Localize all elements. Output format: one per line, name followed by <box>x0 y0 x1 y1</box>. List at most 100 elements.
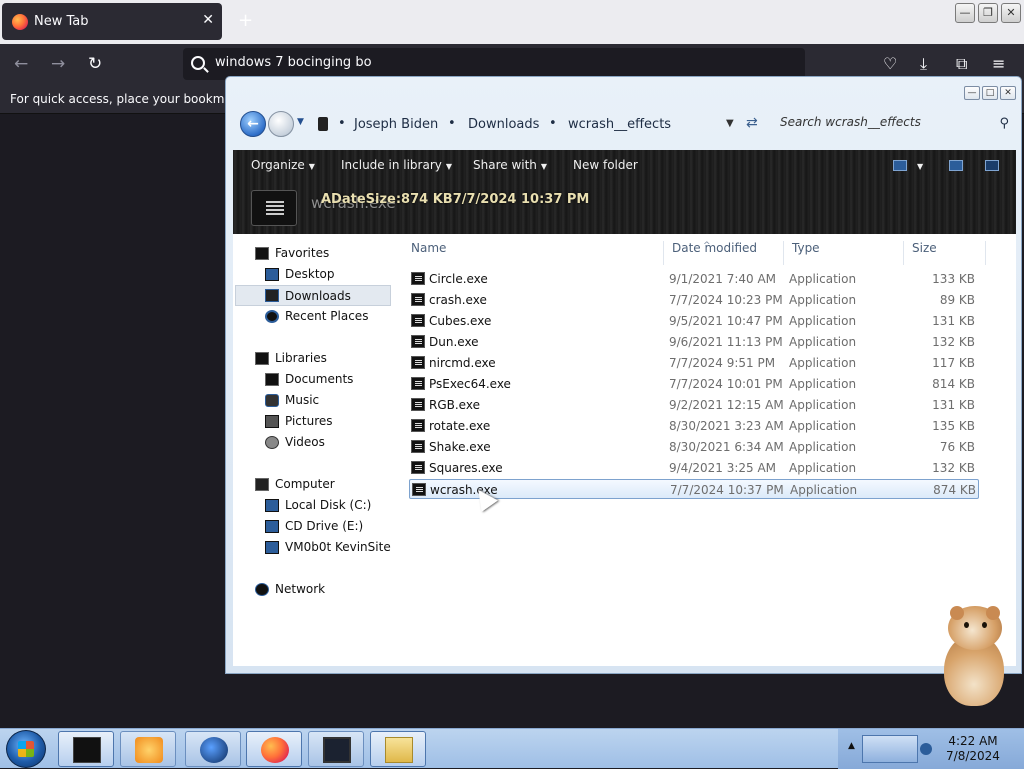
column-divider[interactable] <box>903 241 904 265</box>
taskbar: ▲ 4:22 AM 7/8/2024 <box>0 728 1024 769</box>
browser-close-button[interactable]: ✕ <box>1001 3 1021 23</box>
explorer-window: — □ ✕ ← ▼ • Joseph Biden • Downloads • w… <box>225 76 1022 674</box>
new-tab-button[interactable]: + <box>238 10 253 31</box>
network-icon <box>255 583 269 596</box>
file-date: 9/5/2021 10:47 PM <box>669 314 783 328</box>
taskbar-app-cmd[interactable] <box>58 731 114 767</box>
column-divider[interactable] <box>663 241 664 265</box>
table-row[interactable]: Dun.exe 9/6/2021 11:13 PM Application 132 K… <box>409 332 979 352</box>
organize-button[interactable]: Organize ▼ <box>251 158 315 172</box>
column-date-modified[interactable]: Date modified <box>672 241 757 255</box>
breadcrumb[interactable]: • Joseph Biden • Downloads • wcrash__eff… <box>312 110 772 138</box>
system-tray: ▲ 4:22 AM 7/8/2024 <box>838 729 1024 769</box>
new-folder-button[interactable]: New folder <box>573 158 638 172</box>
column-name[interactable]: Name <box>411 241 446 255</box>
hard-drive-icon <box>265 499 279 512</box>
extensions-icon[interactable]: ⧉ <box>956 54 967 74</box>
explorer-minimize-button[interactable]: — <box>964 86 980 100</box>
file-name: PsExec64.exe <box>429 377 511 391</box>
taskbar-app-explorer[interactable] <box>370 731 426 767</box>
table-row[interactable]: crash.exe 7/7/2024 10:23 PM Application 89 … <box>409 290 979 310</box>
navigation-pane: Favorites Desktop Downloads Recent Place… <box>233 234 405 666</box>
search-box[interactable]: ⚲ <box>780 110 1015 138</box>
crumb-joseph-biden[interactable]: Joseph Biden <box>354 117 438 132</box>
help-icon[interactable] <box>985 160 999 171</box>
path-dropdown-icon[interactable]: ▼ <box>726 118 734 129</box>
file-date: 9/2/2021 12:15 AM <box>669 398 784 412</box>
media-player-icon <box>135 737 163 763</box>
hamster-eye <box>964 622 969 628</box>
file-name: Squares.exe <box>429 461 503 475</box>
taskbar-app-firefox[interactable] <box>246 731 302 767</box>
column-divider[interactable] <box>783 241 784 265</box>
nav-downloads[interactable]: Downloads <box>235 285 391 306</box>
star-icon <box>255 247 269 260</box>
taskbar-app-browser-globe[interactable] <box>185 731 241 767</box>
tab-new-tab[interactable]: New Tab ✕ <box>2 3 222 40</box>
taskbar-app-monitor[interactable] <box>308 731 364 767</box>
table-row[interactable]: rotate.exe 8/30/2021 3:23 AM Application 13… <box>409 416 979 436</box>
table-row[interactable]: Circle.exe 9/1/2021 7:40 AM Application 133… <box>409 269 979 289</box>
explorer-close-button[interactable]: ✕ <box>1000 86 1016 100</box>
menu-icon[interactable]: ≡ <box>992 54 1005 73</box>
column-size[interactable]: Size <box>912 241 937 255</box>
preview-pane-icon[interactable] <box>949 160 963 171</box>
tab-title: New Tab <box>34 14 89 29</box>
history-dropdown-icon[interactable]: ▼ <box>297 117 304 127</box>
start-button[interactable] <box>6 730 46 768</box>
crumb-separator: • <box>549 116 557 131</box>
table-row[interactable]: PsExec64.exe 7/7/2024 10:01 PM Application… <box>409 374 979 394</box>
change-view-icon[interactable] <box>893 160 907 171</box>
crumb-separator: • <box>338 116 346 131</box>
crumb-downloads[interactable]: Downloads <box>468 117 539 132</box>
address-row: ← ▼ • Joseph Biden • Downloads • wcrash_… <box>234 107 1016 141</box>
documents-icon <box>265 373 279 386</box>
close-tab-icon[interactable]: ✕ <box>202 12 214 28</box>
file-name: Shake.exe <box>429 440 491 454</box>
search-icon[interactable]: ⚲ <box>999 116 1009 131</box>
table-row[interactable]: nircmd.exe 7/7/2024 9:51 PM Application 117… <box>409 353 979 373</box>
share-with-button[interactable]: Share with ▼ <box>473 158 547 172</box>
file-name: rotate.exe <box>429 419 491 433</box>
file-type: Application <box>789 440 857 454</box>
music-icon <box>265 394 279 407</box>
clock[interactable]: 4:22 AM 7/8/2024 <box>934 734 1012 764</box>
explorer-back-button[interactable]: ← <box>240 111 266 137</box>
network-status-icon[interactable] <box>920 743 932 755</box>
include-in-library-button[interactable]: Include in library ▼ <box>341 158 452 172</box>
download-icon[interactable]: ⤓ <box>920 54 927 74</box>
reload-button[interactable]: ↻ <box>88 54 102 74</box>
table-row[interactable]: Squares.exe 9/4/2021 3:25 AM Application 13… <box>409 458 979 478</box>
globe-icon <box>200 737 228 763</box>
table-row[interactable]: Cubes.exe 9/5/2021 10:47 PM Application 131… <box>409 311 979 331</box>
chevron-down-icon: ▼ <box>445 162 453 171</box>
crumb-wcrash-effects[interactable]: wcrash__effects <box>568 117 671 132</box>
explorer-maximize-button[interactable]: □ <box>982 86 998 100</box>
browser-minimize-button[interactable]: — <box>955 3 975 23</box>
tab-bar: New Tab ✕ + — ❐ ✕ <box>0 0 1024 44</box>
file-size: 133 KB <box>932 272 975 286</box>
browser-restore-button[interactable]: ❐ <box>978 3 998 23</box>
table-row[interactable]: Shake.exe 8/30/2021 6:34 AM Application 76 … <box>409 437 979 457</box>
taskbar-app-media-player[interactable] <box>120 731 176 767</box>
url-input[interactable] <box>215 55 775 70</box>
show-hidden-icons-button[interactable]: ▲ <box>848 741 855 751</box>
file-type: Application <box>789 335 857 349</box>
forward-button[interactable]: → <box>51 54 65 74</box>
explorer-forward-button[interactable] <box>268 111 294 137</box>
file-size: 117 KB <box>932 356 975 370</box>
column-divider[interactable] <box>985 241 986 265</box>
column-type[interactable]: Type <box>792 241 820 255</box>
back-button[interactable]: ← <box>14 54 28 74</box>
file-name: RGB.exe <box>429 398 480 412</box>
file-date: 9/6/2021 11:13 PM <box>669 335 783 349</box>
refresh-icon[interactable]: ⇄ <box>746 115 758 131</box>
search-input[interactable] <box>780 115 990 129</box>
file-type: Application <box>789 398 857 412</box>
pocket-icon[interactable]: ♡ <box>883 54 897 73</box>
application-icon <box>411 314 425 327</box>
view-dropdown-icon[interactable]: ▼ <box>917 162 923 171</box>
file-size: 89 KB <box>939 293 975 307</box>
table-row[interactable]: RGB.exe 9/2/2021 12:15 AM Application 131 K… <box>409 395 979 415</box>
tray-app-icons[interactable] <box>862 735 918 763</box>
